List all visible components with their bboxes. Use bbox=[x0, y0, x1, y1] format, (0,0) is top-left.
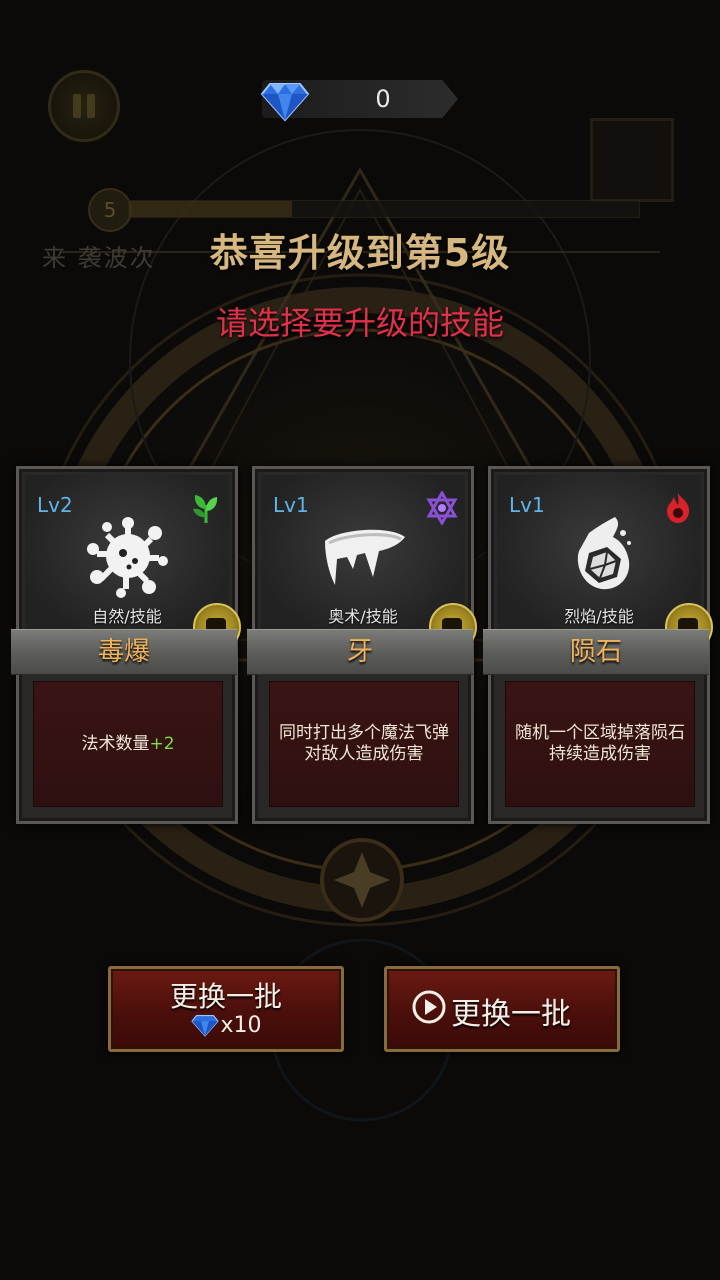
fang-icon bbox=[325, 529, 405, 585]
skill-description-text: 法术数量 bbox=[81, 733, 150, 754]
skill-name: 毒爆 bbox=[97, 637, 150, 667]
skill-name: 陨石 bbox=[569, 637, 622, 667]
refresh-with-ad-button[interactable]: 更换一批 bbox=[384, 966, 620, 1052]
splat-icon bbox=[87, 517, 168, 598]
skill-level: Lv2 bbox=[37, 493, 73, 517]
hexagram-icon bbox=[426, 491, 458, 525]
skill-name-band: 毒爆 bbox=[11, 629, 237, 675]
leaf-icon bbox=[193, 495, 218, 523]
diamond-icon bbox=[260, 83, 310, 122]
skill-bonus-value: +2 bbox=[149, 733, 175, 754]
xp-bar bbox=[128, 200, 640, 218]
skill-description: 法术数量 +2 bbox=[34, 682, 222, 806]
refresh-gem-cost-value: x10 bbox=[220, 1013, 262, 1038]
flame-icon bbox=[667, 493, 689, 523]
refresh-gem-label: 更换一批 bbox=[169, 980, 282, 1013]
pause-button[interactable] bbox=[48, 70, 120, 142]
play-video-icon bbox=[412, 990, 446, 1024]
xp-bar-fill bbox=[129, 201, 293, 217]
skill-card-meteor[interactable]: Lv1 烈焰/技能 陨石 随机一个区域掉落陨石持续造成伤害 bbox=[483, 466, 713, 824]
skill-card-fang[interactable]: Lv1 奥术/技能 牙 同时打出多个魔法飞弹对敌人造成伤害 bbox=[247, 466, 477, 824]
skill-description: 同时打出多个魔法飞弹对敌人造成伤害 bbox=[279, 723, 449, 764]
meteor-icon bbox=[577, 517, 631, 590]
hero-portrait bbox=[590, 118, 674, 202]
level-up-title: 恭喜升级到第5级 bbox=[209, 231, 511, 275]
refresh-with-gems-button[interactable]: 更换一批 x10 bbox=[108, 966, 344, 1052]
skill-name-band: 陨石 bbox=[483, 629, 709, 675]
skill-description-box: 同时打出多个魔法飞弹对敌人造成伤害 bbox=[269, 681, 459, 807]
diamond-icon bbox=[191, 1014, 220, 1037]
skill-description-box: 随机一个区域掉落陨石持续造成伤害 bbox=[505, 681, 695, 807]
skill-card-poison-burst[interactable]: Lv2 自然/技能 毒爆 法术数量 +2 bbox=[11, 466, 241, 824]
skill-name-band: 牙 bbox=[247, 629, 473, 675]
skill-description-box: 法术数量 +2 bbox=[33, 681, 223, 807]
skill-level: Lv1 bbox=[273, 493, 309, 517]
skill-description: 随机一个区域掉落陨石持续造成伤害 bbox=[515, 723, 685, 764]
gem-count: 0 bbox=[375, 85, 391, 113]
refresh-ad-label: 更换一批 bbox=[451, 997, 571, 1032]
skill-level: Lv1 bbox=[509, 493, 545, 517]
skill-name: 牙 bbox=[346, 637, 373, 667]
choose-skill-subtitle: 请选择要升级的技能 bbox=[215, 304, 504, 342]
refresh-gem-cost: x10 bbox=[111, 1011, 341, 1038]
